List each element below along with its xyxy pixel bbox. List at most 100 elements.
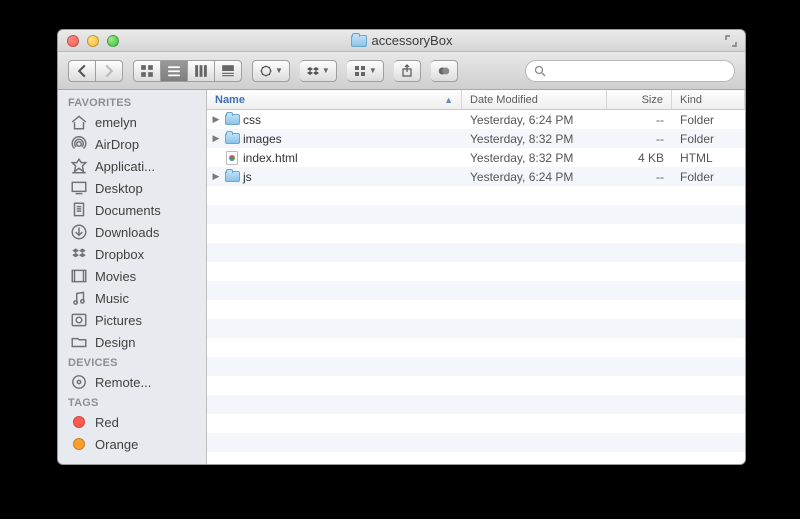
folder-icon xyxy=(351,35,367,47)
chevron-down-icon: ▼ xyxy=(275,66,283,75)
coverflow-view-button[interactable] xyxy=(215,60,242,82)
forward-button[interactable] xyxy=(96,60,123,82)
titlebar: accessoryBox xyxy=(58,30,745,52)
sidebar-item-dropbox[interactable]: Dropbox xyxy=(58,243,206,265)
file-name: js xyxy=(243,170,252,184)
view-buttons xyxy=(133,60,242,82)
sidebar-item-movies[interactable]: Movies xyxy=(58,265,206,287)
sidebar-item-label: AirDrop xyxy=(95,137,139,152)
sidebar-item-music[interactable]: Music xyxy=(58,287,206,309)
search-field[interactable] xyxy=(525,60,735,82)
content: Name ▲ Date Modified Size Kind ▶ css Yes… xyxy=(207,90,745,464)
file-kind: HTML xyxy=(672,151,745,165)
column-kind[interactable]: Kind xyxy=(672,90,745,109)
column-size[interactable]: Size xyxy=(607,90,672,109)
toolbar: ▼ ▼ ▼ xyxy=(58,52,745,90)
file-row[interactable]: ▶ images Yesterday, 8:32 PM -- Folder xyxy=(207,129,745,148)
sidebar-item-label: Movies xyxy=(95,269,136,284)
folder-icon xyxy=(225,133,240,144)
file-list[interactable]: ▶ css Yesterday, 6:24 PM -- Folder ▶ ima… xyxy=(207,110,745,464)
file-kind: Folder xyxy=(672,132,745,146)
devices-header: DEVICES xyxy=(58,353,206,371)
sidebar-item-label: Orange xyxy=(95,437,138,452)
file-row[interactable]: ▶ index.html Yesterday, 8:32 PM 4 KB HTM… xyxy=(207,148,745,167)
disclosure-triangle[interactable]: ▶ xyxy=(211,114,221,125)
search-input[interactable] xyxy=(551,64,726,78)
body: FAVORITES emelynAirDropApplicati...Deskt… xyxy=(58,90,745,464)
sidebar-item-label: Design xyxy=(95,335,135,350)
nav-buttons xyxy=(68,60,123,82)
home-icon xyxy=(70,114,88,130)
file-row[interactable]: ▶ js Yesterday, 6:24 PM -- Folder xyxy=(207,167,745,186)
window-title: accessoryBox xyxy=(58,33,745,48)
sidebar-item-home[interactable]: emelyn xyxy=(58,111,206,133)
sidebar-item-label: Dropbox xyxy=(95,247,144,262)
sidebar-item-label: Downloads xyxy=(95,225,159,240)
window-title-text: accessoryBox xyxy=(372,33,453,48)
file-name: index.html xyxy=(243,151,298,165)
file-row[interactable]: ▶ css Yesterday, 6:24 PM -- Folder xyxy=(207,110,745,129)
sidebar-item-pictures[interactable]: Pictures xyxy=(58,309,206,331)
back-button[interactable] xyxy=(68,60,96,82)
sidebar-item-downloads[interactable]: Downloads xyxy=(58,221,206,243)
downloads-icon xyxy=(70,224,88,240)
sidebar-item-label: Pictures xyxy=(95,313,142,328)
column-headers: Name ▲ Date Modified Size Kind xyxy=(207,90,745,110)
folder-icon xyxy=(225,171,240,182)
file-size: -- xyxy=(607,113,672,127)
dropbox-menu-button[interactable]: ▼ xyxy=(300,60,337,82)
sidebar-tag-orange[interactable]: Orange xyxy=(58,433,206,455)
airdrop-icon xyxy=(70,136,88,152)
file-name: css xyxy=(243,113,261,127)
sidebar: FAVORITES emelynAirDropApplicati...Deskt… xyxy=(58,90,207,464)
sidebar-item-device[interactable]: Remote... xyxy=(58,371,206,393)
traffic-lights xyxy=(58,35,119,47)
sidebar-item-documents[interactable]: Documents xyxy=(58,199,206,221)
tags-header: TAGS xyxy=(58,393,206,411)
icon-view-button[interactable] xyxy=(133,60,161,82)
file-size: 4 KB xyxy=(607,151,672,165)
minimize-button[interactable] xyxy=(87,35,99,47)
arrange-menu-button[interactable]: ▼ xyxy=(347,60,384,82)
tags-button[interactable] xyxy=(431,60,458,82)
file-date: Yesterday, 8:32 PM xyxy=(462,132,607,146)
column-view-button[interactable] xyxy=(188,60,215,82)
list-view-button[interactable] xyxy=(161,60,188,82)
disc-icon xyxy=(70,374,88,390)
file-size: -- xyxy=(607,170,672,184)
folder-icon xyxy=(70,334,88,350)
file-size: -- xyxy=(607,132,672,146)
disclosure-triangle[interactable]: ▶ xyxy=(211,171,221,182)
html-file-icon xyxy=(226,151,238,165)
sidebar-tag-red[interactable]: Red xyxy=(58,411,206,433)
pictures-icon xyxy=(70,312,88,328)
action-menu-button[interactable]: ▼ xyxy=(252,60,290,82)
sidebar-item-label: Music xyxy=(95,291,129,306)
sidebar-item-label: Documents xyxy=(95,203,161,218)
search-icon xyxy=(534,65,546,77)
movies-icon xyxy=(70,268,88,284)
chevron-down-icon: ▼ xyxy=(369,66,377,75)
file-date: Yesterday, 6:24 PM xyxy=(462,113,607,127)
sidebar-item-desktop[interactable]: Desktop xyxy=(58,177,206,199)
dropbox-icon xyxy=(70,246,88,262)
sidebar-item-airdrop[interactable]: AirDrop xyxy=(58,133,206,155)
disclosure-triangle[interactable]: ▶ xyxy=(211,133,221,144)
sort-ascending-icon: ▲ xyxy=(444,95,453,105)
column-name[interactable]: Name ▲ xyxy=(207,90,462,109)
column-date[interactable]: Date Modified xyxy=(462,90,607,109)
file-name: images xyxy=(243,132,282,146)
zoom-button[interactable] xyxy=(107,35,119,47)
sidebar-item-folder[interactable]: Design xyxy=(58,331,206,353)
file-date: Yesterday, 8:32 PM xyxy=(462,151,607,165)
desktop-icon xyxy=(70,180,88,196)
fullscreen-button[interactable] xyxy=(725,34,737,46)
sidebar-item-label: Applicati... xyxy=(95,159,155,174)
close-button[interactable] xyxy=(67,35,79,47)
file-kind: Folder xyxy=(672,170,745,184)
share-button[interactable] xyxy=(394,60,421,82)
sidebar-item-label: Red xyxy=(95,415,119,430)
documents-icon xyxy=(70,202,88,218)
sidebar-item-apps[interactable]: Applicati... xyxy=(58,155,206,177)
folder-icon xyxy=(225,114,240,125)
